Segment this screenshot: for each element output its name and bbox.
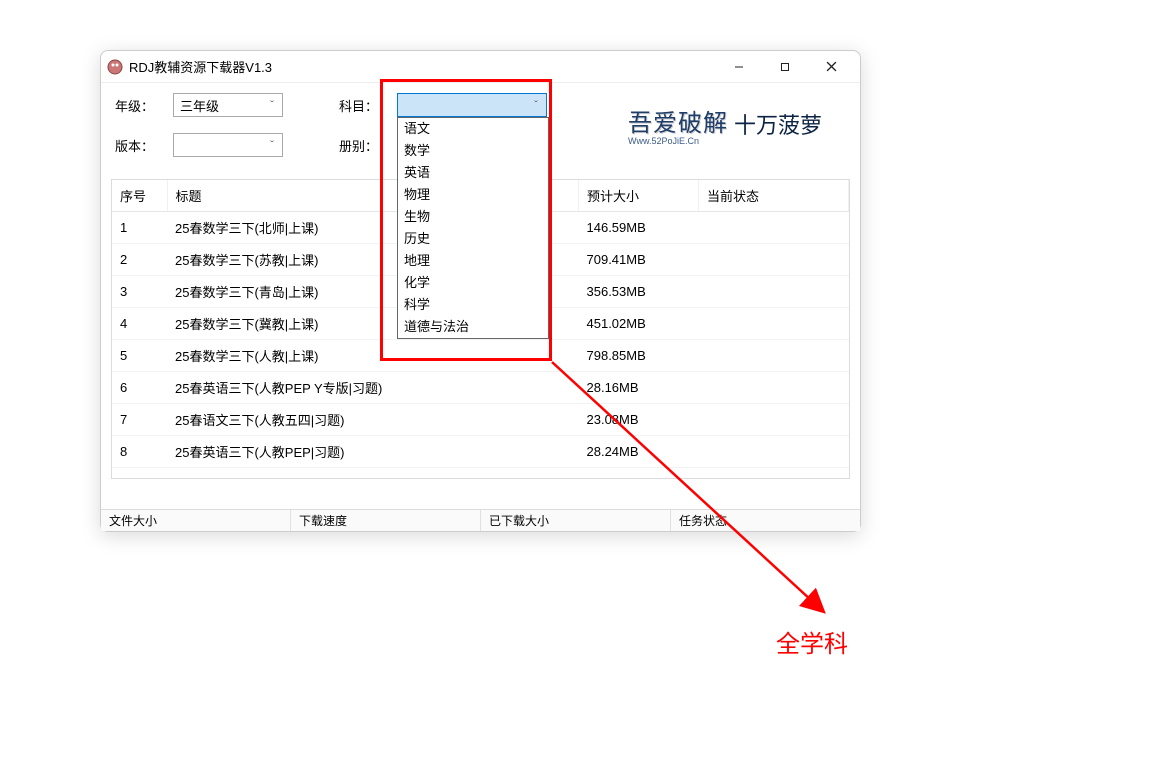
subject-option[interactable]: 语文	[398, 118, 548, 140]
cell-size: 23.08MB	[579, 404, 699, 436]
cell-idx: 7	[112, 404, 167, 436]
cell-size: 451.02MB	[579, 308, 699, 340]
filters: 年级： 三年级 ˇ 科目： ˇ 语文数学英语物理生物历史地理化学科学道德与法治 …	[101, 83, 860, 179]
table-row[interactable]: 825春英语三下(人教PEP|习题)28.24MB	[112, 436, 849, 468]
logo-right: 十万菠萝	[734, 108, 822, 140]
cell-size: 798.85MB	[579, 340, 699, 372]
cell-idx: 5	[112, 340, 167, 372]
grade-label: 年级：	[115, 96, 165, 115]
subject-option[interactable]: 化学	[398, 272, 548, 294]
cell-status	[699, 372, 849, 404]
subject-option[interactable]: 道德与法治	[398, 316, 548, 338]
cell-idx: 6	[112, 372, 167, 404]
subject-label: 科目：	[339, 96, 389, 115]
subject-option[interactable]: 英语	[398, 162, 548, 184]
subject-option[interactable]: 地理	[398, 250, 548, 272]
subject-option[interactable]: 数学	[398, 140, 548, 162]
grade-value: 三年级	[180, 96, 219, 115]
volume-label: 册别：	[339, 136, 389, 155]
chevron-down-icon: ˇ	[264, 140, 280, 151]
cell-status	[699, 276, 849, 308]
maximize-button[interactable]	[762, 52, 808, 82]
version-label: 版本：	[115, 136, 165, 155]
cell-idx: 2	[112, 244, 167, 276]
header-status[interactable]: 当前状态	[699, 180, 849, 212]
cell-idx: 3	[112, 276, 167, 308]
cell-title: 25春数学三下(人教|上课)	[167, 340, 579, 372]
subject-option[interactable]: 生物	[398, 206, 548, 228]
cell-size: 146.59MB	[579, 212, 699, 244]
table-row[interactable]: 725春语文三下(人教五四|习题)23.08MB	[112, 404, 849, 436]
app-window: RDJ教辅资源下载器V1.3 年级： 三年级 ˇ 科目： ˇ	[100, 50, 861, 532]
subject-dropdown: 语文数学英语物理生物历史地理化学科学道德与法治	[397, 117, 549, 339]
grade-select[interactable]: 三年级 ˇ	[173, 93, 283, 117]
version-select[interactable]: ˇ	[173, 133, 283, 157]
cell-status	[699, 436, 849, 468]
logo-area: 吾爱破解 Www.52PoJiE.Cn 十万菠萝	[610, 95, 840, 153]
close-button[interactable]	[808, 52, 854, 82]
header-size[interactable]: 预计大小	[579, 180, 699, 212]
chevron-down-icon: ˇ	[528, 100, 544, 111]
cell-status	[699, 308, 849, 340]
header-idx[interactable]: 序号	[112, 180, 167, 212]
subject-select[interactable]: ˇ 语文数学英语物理生物历史地理化学科学道德与法治	[397, 93, 547, 117]
cell-size: 28.16MB	[579, 372, 699, 404]
cell-title: 25春语文三下(人教五四|习题)	[167, 404, 579, 436]
cell-idx: 1	[112, 212, 167, 244]
cell-size: 28.24MB	[579, 436, 699, 468]
subject-option[interactable]: 历史	[398, 228, 548, 250]
cell-title: 25春英语三下(人教PEP Y专版|习题)	[167, 372, 579, 404]
status-dl-size: 已下载大小	[481, 510, 671, 531]
status-file-size: 文件大小	[101, 510, 291, 531]
cell-idx: 8	[112, 436, 167, 468]
window-title: RDJ教辅资源下载器V1.3	[129, 57, 716, 76]
annotation-label: 全学科	[776, 624, 848, 659]
minimize-button[interactable]	[716, 52, 762, 82]
window-controls	[716, 52, 854, 82]
logo-sub: Www.52PoJiE.Cn	[628, 136, 728, 146]
cell-status	[699, 244, 849, 276]
cell-idx: 4	[112, 308, 167, 340]
table-row[interactable]: 525春数学三下(人教|上课)798.85MB	[112, 340, 849, 372]
cell-status	[699, 212, 849, 244]
chevron-down-icon: ˇ	[264, 100, 280, 111]
cell-status	[699, 404, 849, 436]
app-icon	[107, 59, 123, 75]
status-task-status: 任务状态	[671, 510, 860, 531]
status-dl-speed: 下载速度	[291, 510, 481, 531]
cell-size: 709.41MB	[579, 244, 699, 276]
subject-option[interactable]: 物理	[398, 184, 548, 206]
logo-main: 吾爱破解	[628, 111, 728, 137]
table-row[interactable]: 625春英语三下(人教PEP Y专版|习题)28.16MB	[112, 372, 849, 404]
cell-title: 25春英语三下(人教PEP|习题)	[167, 436, 579, 468]
cell-size: 356.53MB	[579, 276, 699, 308]
titlebar: RDJ教辅资源下载器V1.3	[101, 51, 860, 83]
cell-status	[699, 340, 849, 372]
subject-option[interactable]: 科学	[398, 294, 548, 316]
status-bar: 文件大小 下载速度 已下载大小 任务状态	[101, 509, 860, 531]
